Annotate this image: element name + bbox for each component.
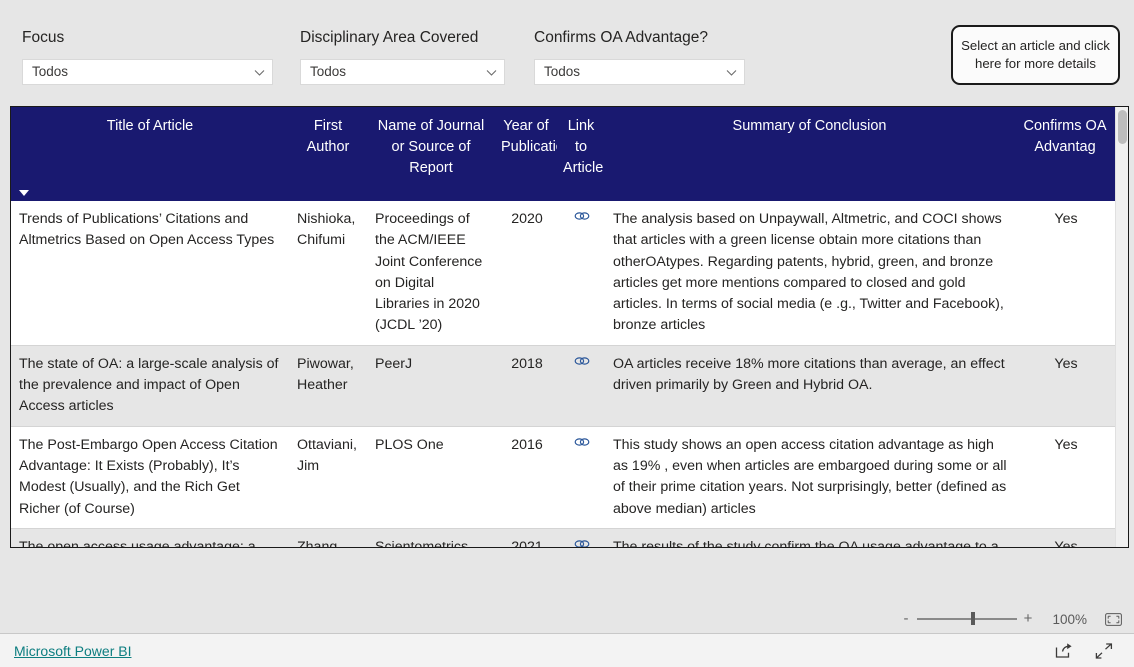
filter-disciplinary-area-label: Disciplinary Area Covered bbox=[300, 29, 479, 46]
cell-year: 2020 bbox=[495, 201, 557, 346]
cell-journal: PLOS One bbox=[367, 426, 495, 529]
cell-summary: The analysis based on Unpaywall, Altmetr… bbox=[605, 201, 1014, 346]
zoom-slider-thumb[interactable] bbox=[971, 612, 975, 626]
zoom-in-button[interactable]: + bbox=[1021, 611, 1035, 626]
cell-link[interactable] bbox=[557, 345, 605, 427]
cell-first-author: Ottaviani, Jim bbox=[289, 426, 367, 529]
cell-title: Trends of Publications’ Citations and Al… bbox=[11, 201, 289, 346]
table-vertical-scrollbar[interactable] bbox=[1115, 107, 1128, 547]
table-row[interactable]: The Post-Embargo Open Access Citation Ad… bbox=[11, 426, 1116, 529]
zoom-percent-label: 100% bbox=[1052, 611, 1087, 627]
footer-bar: Microsoft Power BI bbox=[0, 634, 1134, 667]
cell-first-author: Piwowar, Heather bbox=[289, 345, 367, 427]
cell-year: 2018 bbox=[495, 345, 557, 427]
column-header-title[interactable]: Title of Article bbox=[11, 107, 289, 201]
fit-to-screen-icon[interactable] bbox=[1105, 612, 1122, 626]
filter-disciplinary-area-value: Todos bbox=[310, 64, 347, 79]
cell-link[interactable] bbox=[557, 426, 605, 529]
cell-year: 2016 bbox=[495, 426, 557, 529]
table-scrollbar-thumb[interactable] bbox=[1118, 110, 1127, 144]
filter-focus-value: Todos bbox=[32, 64, 69, 79]
filter-focus-label: Focus bbox=[22, 29, 65, 46]
cell-summary: OA articles receive 18% more citations t… bbox=[605, 345, 1014, 427]
details-callout-button[interactable]: Select an article and click here for mor… bbox=[951, 25, 1120, 85]
fullscreen-icon[interactable] bbox=[1094, 642, 1114, 660]
cell-summary: This study shows an open access citation… bbox=[605, 426, 1014, 529]
chain-link-icon[interactable] bbox=[574, 354, 590, 368]
filter-disciplinary-area: Disciplinary Area Covered Todos bbox=[300, 28, 505, 85]
cell-journal: PeerJ bbox=[367, 345, 495, 427]
cell-confirms-oa: Yes bbox=[1014, 345, 1116, 427]
table-row[interactable]: Trends of Publications’ Citations and Al… bbox=[11, 201, 1116, 346]
cell-link[interactable] bbox=[557, 201, 605, 346]
cell-first-author: Zhang, Guangyao bbox=[289, 528, 367, 547]
column-header-year[interactable]: Year of Publication bbox=[495, 107, 572, 201]
table-row[interactable]: The open access usage advantage: a tempo… bbox=[11, 528, 1116, 547]
cell-title: The state of OA: a large-scale analysis … bbox=[11, 345, 289, 427]
zoom-out-button[interactable]: - bbox=[899, 611, 913, 626]
table-row[interactable]: The state of OA: a large-scale analysis … bbox=[11, 345, 1116, 427]
column-header-link[interactable]: Link to Article bbox=[557, 107, 605, 201]
cell-confirms-oa: Yes bbox=[1014, 528, 1116, 547]
report-page: Focus Todos Disciplinary Area Covered To… bbox=[0, 0, 1134, 667]
column-header-title-label: Title of Article bbox=[106, 118, 194, 134]
zoom-slider[interactable] bbox=[917, 612, 1017, 626]
column-header-confirms-oa[interactable]: Confirms OA Advantag bbox=[1014, 107, 1116, 201]
filter-focus-dropdown[interactable]: Todos bbox=[22, 59, 273, 85]
cell-confirms-oa: Yes bbox=[1014, 201, 1116, 346]
cell-link[interactable] bbox=[557, 528, 605, 547]
table-body: Trends of Publications’ Citations and Al… bbox=[11, 201, 1116, 547]
filter-confirms-oa-advantage-label: Confirms OA Advantage? bbox=[534, 29, 709, 46]
column-header-summary[interactable]: Summary of Conclusion bbox=[605, 107, 1014, 201]
cell-title: The open access usage advantage: a tempo… bbox=[11, 528, 289, 547]
chain-link-icon[interactable] bbox=[574, 209, 590, 223]
cell-title: The Post-Embargo Open Access Citation Ad… bbox=[11, 426, 289, 529]
articles-table: Title of Article First Author Name of Jo… bbox=[10, 106, 1129, 548]
filter-confirms-oa-advantage-dropdown[interactable]: Todos bbox=[534, 59, 745, 85]
cell-summary: The results of the study confirm the OA … bbox=[605, 528, 1014, 547]
table-header-row: Title of Article First Author Name of Jo… bbox=[11, 107, 1116, 201]
cell-journal: Scientometrics bbox=[367, 528, 495, 547]
chevron-down-icon bbox=[253, 66, 266, 79]
zoom-control: - + 100% bbox=[0, 605, 1134, 633]
details-callout-text: Select an article and click here for mor… bbox=[961, 38, 1110, 71]
column-header-first-author[interactable]: First Author bbox=[289, 107, 367, 201]
filter-confirms-oa-advantage: Confirms OA Advantage? Todos bbox=[534, 28, 745, 85]
cell-journal: Proceedings of the ACM/IEEE Joint Confer… bbox=[367, 201, 495, 346]
sort-descending-icon[interactable] bbox=[19, 190, 29, 196]
power-bi-link[interactable]: Microsoft Power BI bbox=[14, 643, 131, 659]
filter-disciplinary-area-dropdown[interactable]: Todos bbox=[300, 59, 505, 85]
column-header-journal[interactable]: Name of Journal or Source of Report bbox=[367, 107, 495, 201]
cell-year: 2021 bbox=[495, 528, 557, 547]
cell-first-author: Nishioka, Chifumi bbox=[289, 201, 367, 346]
filter-confirms-oa-advantage-value: Todos bbox=[544, 64, 581, 79]
filter-focus: Focus Todos bbox=[22, 28, 273, 85]
chevron-down-icon bbox=[725, 66, 738, 79]
chain-link-icon[interactable] bbox=[574, 537, 590, 547]
chevron-down-icon bbox=[485, 66, 498, 79]
cell-confirms-oa: Yes bbox=[1014, 426, 1116, 529]
share-icon[interactable] bbox=[1054, 642, 1074, 660]
chain-link-icon[interactable] bbox=[574, 435, 590, 449]
